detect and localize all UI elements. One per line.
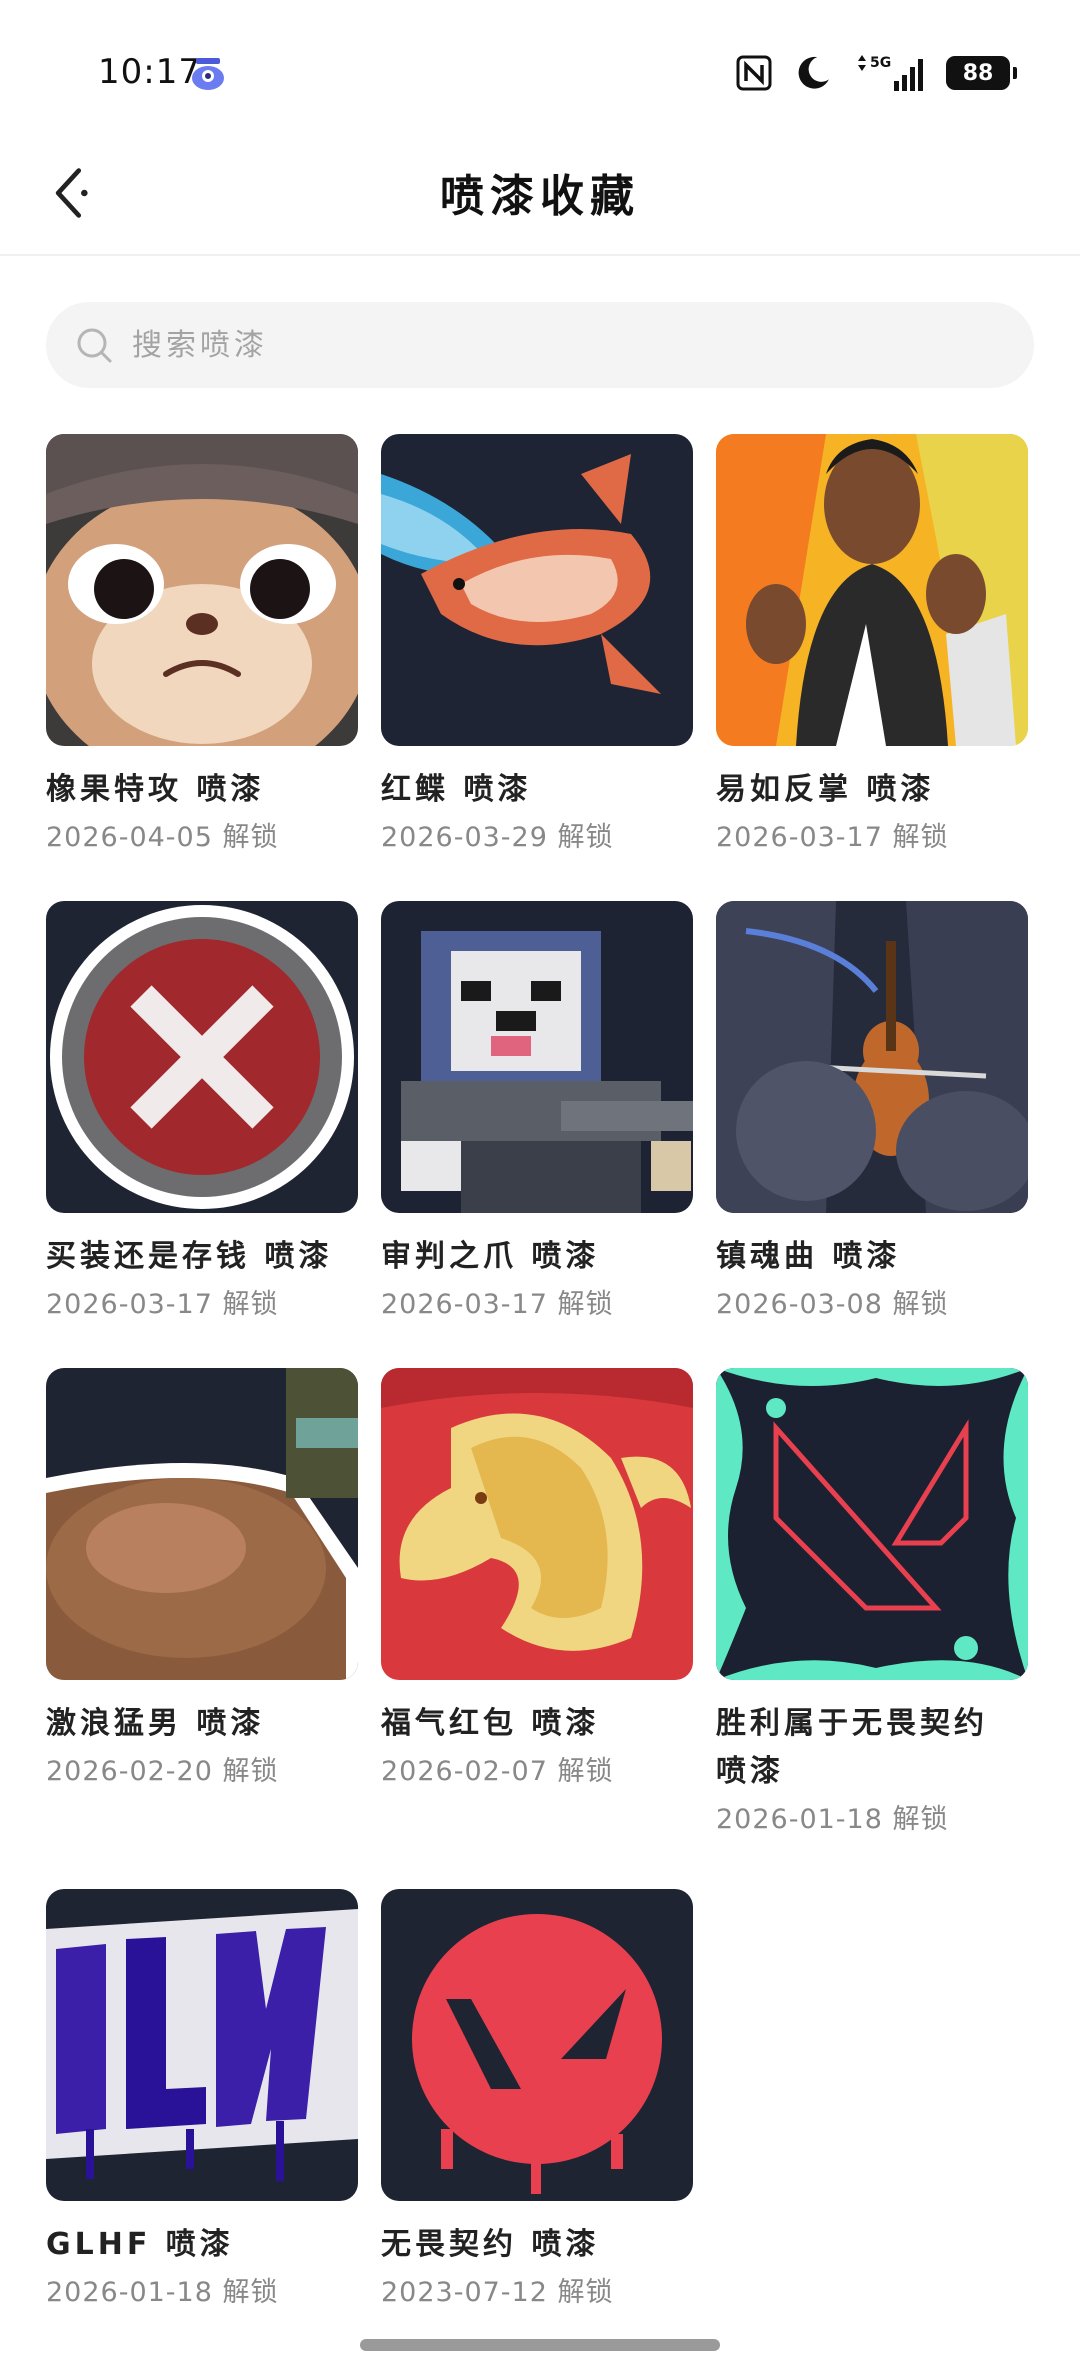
spray-action: 解锁 xyxy=(222,1756,279,1787)
spray-name: 激浪猛男 喷漆 xyxy=(46,1706,265,1741)
spray-thumbnail xyxy=(46,1889,358,2201)
battery-icon: 88 xyxy=(946,56,1017,90)
spray-meta: 2026-02-07 解锁 xyxy=(381,1752,693,1792)
spray-action: 解锁 xyxy=(557,1289,614,1320)
spray-name: 易如反掌 喷漆 xyxy=(716,772,935,807)
spray-action: 解锁 xyxy=(557,1756,614,1787)
spray-thumbnail xyxy=(46,434,358,746)
spray-meta: 2026-03-17 解锁 xyxy=(46,1285,358,1325)
status-bar: 10:17 5G 88 xyxy=(0,0,1080,130)
app-notification-icon xyxy=(190,56,226,92)
spray-date: 2026-03-17 xyxy=(381,1289,548,1320)
page-title: 喷漆收藏 xyxy=(440,171,640,222)
search-icon xyxy=(77,328,112,363)
network-label: 5G xyxy=(870,55,891,71)
moon-icon xyxy=(794,53,832,93)
spray-thumbnail xyxy=(46,901,358,1213)
home-indicator[interactable] xyxy=(360,2339,720,2351)
page-header: 喷漆收藏 xyxy=(0,130,1080,256)
nfc-icon xyxy=(736,53,772,93)
spray-thumbnail xyxy=(716,901,1028,1213)
spray-name: 镇魂曲 喷漆 xyxy=(716,1239,901,1274)
spray-card[interactable]: 无畏契约 喷漆 2023-07-12 解锁 xyxy=(381,1889,693,2313)
spray-card[interactable]: 激浪猛男 喷漆 2026-02-20 解锁 xyxy=(46,1368,358,1792)
spray-card[interactable]: 橡果特攻 喷漆 2026-04-05 解锁 xyxy=(46,434,358,858)
spray-card[interactable]: 胜利属于无畏契约 喷漆 2026-01-18 解锁 xyxy=(716,1368,1028,1840)
spray-meta: 2026-03-29 解锁 xyxy=(381,818,693,858)
signal-5g-icon: 5G xyxy=(854,53,924,93)
spray-date: 2026-03-29 xyxy=(381,822,548,853)
spray-date: 2026-03-17 xyxy=(716,822,883,853)
spray-date: 2026-02-07 xyxy=(381,1756,548,1787)
spray-date: 2026-03-08 xyxy=(716,1289,883,1320)
spray-thumbnail xyxy=(46,1368,358,1680)
spray-thumbnail xyxy=(716,434,1028,746)
spray-name: 橡果特攻 喷漆 xyxy=(46,772,265,807)
spray-meta: 2026-03-17 解锁 xyxy=(381,1285,693,1325)
spray-action: 解锁 xyxy=(892,1289,949,1320)
spray-meta: 2026-03-08 解锁 xyxy=(716,1285,1028,1325)
spray-meta: 2023-07-12 解锁 xyxy=(381,2273,693,2313)
spray-card[interactable]: GLHF 喷漆 2026-01-18 解锁 xyxy=(46,1889,358,2313)
status-time: 10:17 xyxy=(98,52,201,92)
search-bar[interactable] xyxy=(46,302,1034,388)
spray-thumbnail xyxy=(381,434,693,746)
spray-date: 2026-01-18 xyxy=(716,1804,883,1835)
spray-name: 福气红包 喷漆 xyxy=(381,1706,600,1741)
spray-name: 买装还是存钱 喷漆 xyxy=(46,1239,333,1274)
spray-name: 审判之爪 喷漆 xyxy=(381,1239,600,1274)
spray-name: 无畏契约 喷漆 xyxy=(381,2227,600,2262)
spray-meta: 2026-04-05 解锁 xyxy=(46,818,358,858)
spray-name: GLHF 喷漆 xyxy=(46,2227,234,2262)
spray-thumbnail xyxy=(381,901,693,1213)
spray-card[interactable]: 福气红包 喷漆 2026-02-07 解锁 xyxy=(381,1368,693,1792)
spray-date: 2026-01-18 xyxy=(46,2277,213,2308)
spray-card[interactable]: 审判之爪 喷漆 2026-03-17 解锁 xyxy=(381,901,693,1325)
spray-thumbnail xyxy=(381,1889,693,2201)
spray-date: 2026-04-05 xyxy=(46,822,213,853)
spray-action: 解锁 xyxy=(222,822,279,853)
spray-card[interactable]: 买装还是存钱 喷漆 2026-03-17 解锁 xyxy=(46,901,358,1325)
spray-meta: 2026-01-18 解锁 xyxy=(716,1800,1028,1840)
spray-meta: 2026-01-18 解锁 xyxy=(46,2273,358,2313)
spray-name: 红鲽 喷漆 xyxy=(381,772,532,807)
spray-action: 解锁 xyxy=(892,1804,949,1835)
spray-action: 解锁 xyxy=(222,2277,279,2308)
spray-date: 2023-07-12 xyxy=(381,2277,548,2308)
spray-action: 解锁 xyxy=(892,822,949,853)
spray-card[interactable]: 镇魂曲 喷漆 2026-03-08 解锁 xyxy=(716,901,1028,1325)
spray-thumbnail xyxy=(381,1368,693,1680)
spray-card[interactable]: 红鲽 喷漆 2026-03-29 解锁 xyxy=(381,434,693,858)
spray-meta: 2026-03-17 解锁 xyxy=(716,818,1028,858)
search-input[interactable] xyxy=(132,327,932,363)
spray-name: 胜利属于无畏契约 喷漆 xyxy=(716,1706,988,1789)
spray-thumbnail xyxy=(716,1368,1028,1680)
spray-card[interactable]: 易如反掌 喷漆 2026-03-17 解锁 xyxy=(716,434,1028,858)
battery-level: 88 xyxy=(962,60,994,86)
spray-meta: 2026-02-20 解锁 xyxy=(46,1752,358,1792)
spray-date: 2026-03-17 xyxy=(46,1289,213,1320)
spray-action: 解锁 xyxy=(557,2277,614,2308)
spray-action: 解锁 xyxy=(557,822,614,853)
spray-date: 2026-02-20 xyxy=(46,1756,213,1787)
spray-action: 解锁 xyxy=(222,1289,279,1320)
